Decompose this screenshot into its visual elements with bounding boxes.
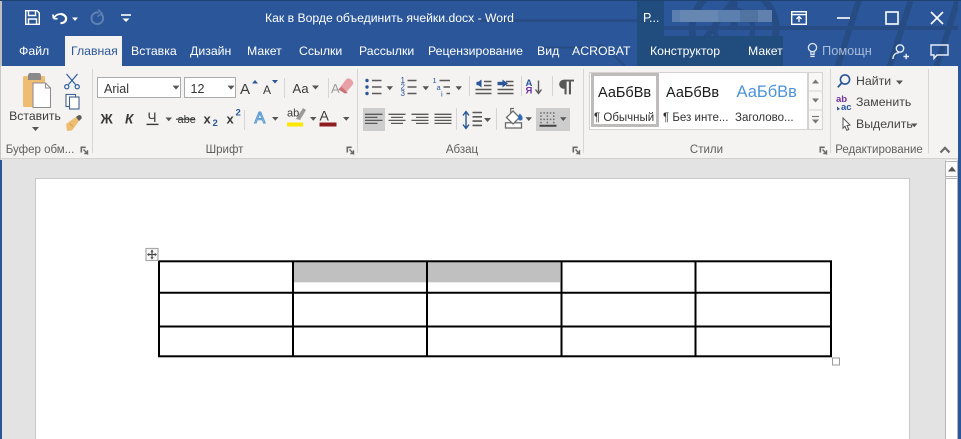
svg-text:i: i [441, 90, 443, 99]
svg-text:Аа: Аа [293, 81, 310, 96]
svg-text:Ч: Ч [148, 110, 157, 125]
svg-text:3: 3 [401, 89, 406, 98]
svg-text:А: А [263, 83, 271, 97]
svg-text:x: x [227, 112, 235, 127]
svg-text:Я: Я [526, 86, 533, 97]
svg-text:А: А [240, 81, 250, 98]
svg-text:А: А [331, 81, 340, 96]
svg-text:abе: abе [178, 114, 196, 126]
svg-text:А: А [255, 110, 266, 127]
svg-text:А: А [320, 108, 330, 124]
svg-text:К: К [125, 112, 135, 127]
svg-text:x: x [204, 112, 212, 127]
svg-text:2: 2 [236, 108, 241, 119]
svg-text:2: 2 [213, 118, 218, 129]
svg-text:ac: ac [841, 102, 852, 113]
svg-text:Ж: Ж [100, 112, 114, 127]
